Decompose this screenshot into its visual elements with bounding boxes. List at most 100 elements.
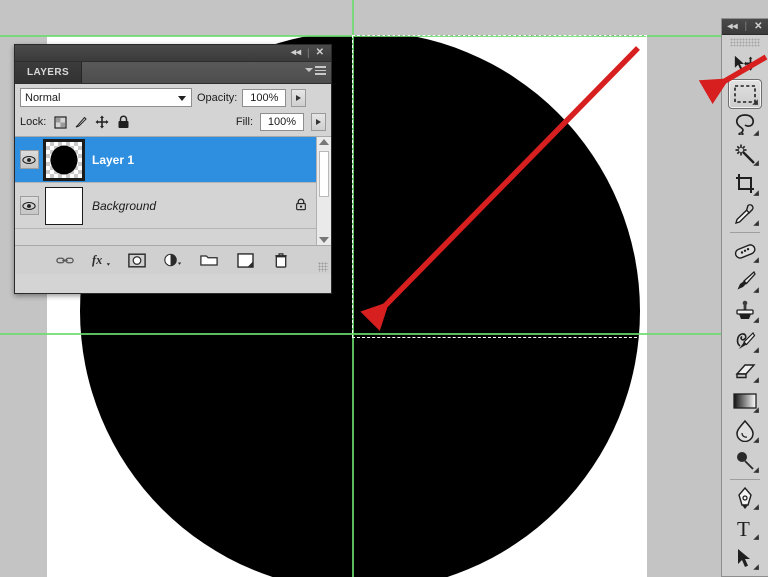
photoshop-window: ◂◂ | ✕ LAYERS Normal Opacity: 100% Lock:… bbox=[0, 0, 768, 577]
new-layer-button[interactable] bbox=[236, 251, 254, 269]
path-selection-tool[interactable] bbox=[728, 543, 762, 573]
lock-all-icon[interactable] bbox=[116, 115, 130, 129]
svg-text:T: T bbox=[737, 517, 750, 539]
scrollbar-thumb[interactable] bbox=[319, 151, 329, 197]
eyedropper-tool[interactable] bbox=[728, 199, 762, 229]
layer-name-label[interactable]: Background bbox=[92, 199, 156, 213]
tool-flyout-indicator bbox=[753, 564, 759, 570]
adjustment-layer-button[interactable] bbox=[164, 251, 182, 269]
layers-list[interactable]: Layer 1 Background bbox=[15, 136, 331, 246]
table-row[interactable]: Background bbox=[15, 183, 331, 229]
tool-divider bbox=[730, 479, 760, 480]
rectangular-marquee-tool[interactable] bbox=[728, 79, 762, 109]
eye-icon bbox=[22, 155, 36, 164]
pen-tool[interactable] bbox=[728, 483, 762, 513]
close-icon[interactable]: ✕ bbox=[313, 48, 327, 58]
tools-panel-grip[interactable] bbox=[730, 38, 760, 47]
tool-flyout-indicator bbox=[753, 377, 759, 383]
titlebar-separator: | bbox=[307, 47, 310, 59]
opacity-label: Opacity: bbox=[197, 91, 238, 104]
dodge-tool[interactable] bbox=[728, 446, 762, 476]
fill-input[interactable]: 100% bbox=[260, 113, 304, 131]
delete-layer-button[interactable] bbox=[272, 251, 290, 269]
healing-brush-tool[interactable] bbox=[728, 236, 762, 266]
tool-list: T bbox=[722, 49, 768, 573]
lock-transparency-icon[interactable] bbox=[53, 115, 67, 129]
lasso-tool[interactable] bbox=[728, 109, 762, 139]
fill-slider-button[interactable] bbox=[311, 113, 326, 131]
tool-flyout-indicator bbox=[753, 467, 759, 473]
move-tool[interactable] bbox=[728, 49, 762, 79]
tools-panel-titlebar[interactable]: ◂◂ | ✕ bbox=[722, 19, 768, 35]
crop-tool[interactable] bbox=[728, 169, 762, 199]
guide-horizontal-middle bbox=[0, 333, 768, 335]
tool-flyout-indicator bbox=[753, 220, 759, 226]
layer-name-label[interactable]: Layer 1 bbox=[92, 153, 134, 167]
tool-flyout-indicator bbox=[753, 347, 759, 353]
layer-visibility-toggle[interactable] bbox=[17, 196, 41, 215]
tool-flyout-indicator bbox=[753, 257, 759, 263]
panel-resize-grip[interactable] bbox=[318, 262, 328, 272]
layer-thumbnail[interactable] bbox=[43, 138, 85, 181]
magic-wand-tool[interactable] bbox=[728, 139, 762, 169]
guide-horizontal-top bbox=[0, 35, 768, 37]
guide-vertical-center bbox=[352, 0, 354, 577]
blur-tool[interactable] bbox=[728, 416, 762, 446]
opacity-input[interactable]: 100% bbox=[242, 88, 287, 107]
tool-flyout-indicator bbox=[753, 190, 759, 196]
tool-flyout-indicator bbox=[753, 437, 759, 443]
tool-flyout-indicator bbox=[753, 504, 759, 510]
layer-style-button[interactable]: fx bbox=[92, 251, 110, 269]
layers-list-scrollbar[interactable] bbox=[316, 137, 331, 245]
layer-visibility-toggle[interactable] bbox=[17, 150, 41, 169]
tool-flyout-indicator bbox=[753, 534, 759, 540]
layer-mask-button[interactable] bbox=[128, 251, 146, 269]
blend-mode-value: Normal bbox=[25, 91, 61, 104]
scroll-up-icon[interactable] bbox=[319, 139, 329, 145]
tool-flyout-indicator bbox=[753, 160, 759, 166]
layer-thumbnail[interactable] bbox=[45, 186, 83, 225]
tool-flyout-indicator bbox=[752, 99, 758, 105]
lock-fill-row: Lock: Fill: 100% bbox=[15, 111, 331, 136]
blend-opacity-row: Normal Opacity: 100% bbox=[15, 84, 331, 111]
collapse-icon[interactable]: ◂◂ bbox=[288, 48, 304, 58]
collapse-icon[interactable]: ◂◂ bbox=[724, 21, 740, 32]
chevron-down-icon bbox=[305, 68, 313, 73]
clone-stamp-tool[interactable] bbox=[728, 296, 762, 326]
lock-image-icon[interactable] bbox=[74, 115, 88, 129]
layers-panel-tabbar[interactable]: LAYERS bbox=[15, 62, 331, 84]
tool-flyout-indicator bbox=[753, 130, 759, 136]
blend-mode-select[interactable]: Normal bbox=[20, 88, 192, 107]
layers-panel[interactable]: ◂◂ | ✕ LAYERS Normal Opacity: 100% Lock:… bbox=[14, 44, 332, 294]
panel-menu-icon[interactable] bbox=[305, 66, 326, 75]
layers-panel-titlebar[interactable]: ◂◂ | ✕ bbox=[15, 45, 331, 62]
svg-text:fx: fx bbox=[92, 253, 102, 267]
tab-layers[interactable]: LAYERS bbox=[15, 62, 83, 83]
tool-flyout-indicator bbox=[753, 287, 759, 293]
gradient-tool[interactable] bbox=[728, 386, 762, 416]
eye-icon bbox=[22, 201, 36, 210]
brush-tool[interactable] bbox=[728, 266, 762, 296]
layers-panel-footer: fx bbox=[15, 246, 331, 274]
lock-position-icon[interactable] bbox=[95, 115, 109, 129]
fill-value: 100% bbox=[267, 116, 297, 128]
hamburger-icon bbox=[315, 66, 326, 75]
tool-divider bbox=[730, 232, 760, 233]
tool-flyout-indicator bbox=[753, 407, 759, 413]
scroll-down-icon[interactable] bbox=[319, 237, 329, 243]
close-icon[interactable]: ✕ bbox=[751, 21, 765, 32]
fill-label: Fill: bbox=[235, 116, 253, 128]
titlebar-separator: | bbox=[744, 21, 748, 32]
table-row[interactable]: Layer 1 bbox=[15, 137, 331, 183]
chevron-down-icon bbox=[178, 96, 186, 101]
lock-label: Lock: bbox=[20, 116, 47, 128]
black-circle-thumb bbox=[50, 145, 78, 174]
eraser-tool[interactable] bbox=[728, 356, 762, 386]
opacity-value: 100% bbox=[250, 91, 279, 104]
type-tool[interactable]: T bbox=[728, 513, 762, 543]
history-brush-tool[interactable] bbox=[728, 326, 762, 356]
opacity-slider-button[interactable] bbox=[291, 88, 307, 107]
new-group-button[interactable] bbox=[200, 251, 218, 269]
link-layers-button[interactable] bbox=[56, 251, 74, 269]
tools-panel[interactable]: ◂◂ | ✕ T bbox=[721, 18, 768, 577]
